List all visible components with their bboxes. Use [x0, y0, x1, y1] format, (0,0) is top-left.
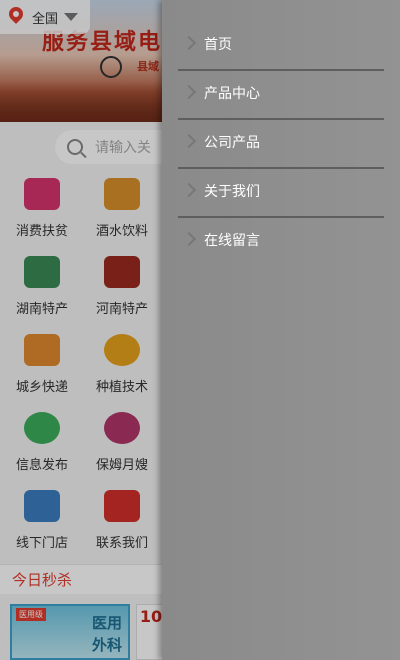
drawer-item-label: 公司产品 [204, 135, 260, 151]
chevron-right-icon [181, 133, 197, 149]
drawer-item-label: 产品中心 [204, 86, 260, 102]
drawer-item-label: 首页 [204, 37, 232, 53]
drawer-item-label: 关于我们 [204, 184, 260, 200]
chevron-right-icon [181, 35, 197, 51]
drawer-item-company-products[interactable]: 公司产品 [178, 120, 384, 169]
chevron-right-icon [181, 84, 197, 100]
chevron-right-icon [181, 231, 197, 247]
drawer-item-label: 在线留言 [204, 233, 260, 249]
drawer-item-products[interactable]: 产品中心 [178, 71, 384, 120]
drawer-item-about[interactable]: 关于我们 [178, 169, 384, 218]
chevron-right-icon [181, 182, 197, 198]
side-drawer: 首页 产品中心 公司产品 关于我们 在线留言 [162, 0, 400, 660]
drawer-item-home[interactable]: 首页 [178, 22, 384, 71]
drawer-item-message[interactable]: 在线留言 [178, 218, 384, 267]
